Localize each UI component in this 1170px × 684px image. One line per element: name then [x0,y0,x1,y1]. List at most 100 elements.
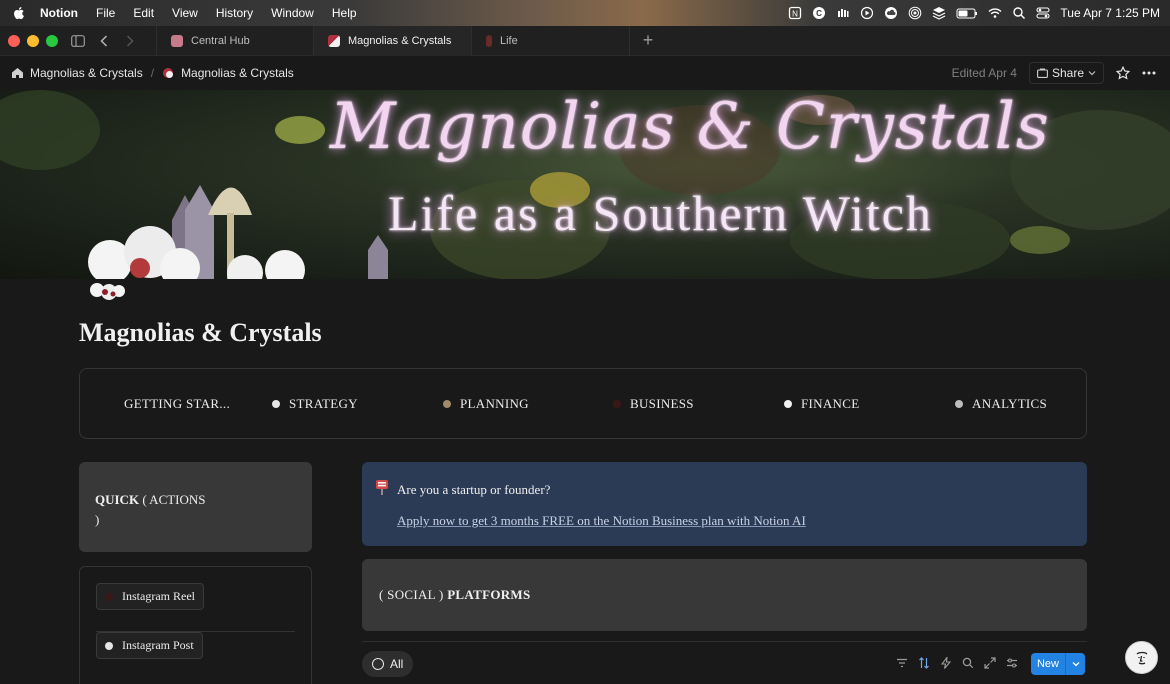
tab-central-hub[interactable]: Central Hub [156,25,314,56]
view-tab-all[interactable]: All [362,651,414,677]
sort-icon[interactable] [917,653,931,673]
notion-ai-help-button[interactable] [1125,641,1158,674]
tab-label: Central Hub [191,34,250,47]
svg-text:N: N [793,10,799,19]
life-tab-icon [486,34,492,47]
item-dot [105,592,113,601]
tab-magnolias-crystals[interactable]: Magnolias & Crystals [314,25,472,56]
nav-dot [613,399,621,408]
breadcrumb-root-label: Magnolias & Crystals [30,66,143,80]
menu-window[interactable]: Window [271,6,314,20]
layers-icon[interactable] [932,6,946,20]
breadcrumb-root[interactable]: Magnolias & Crystals [11,66,143,80]
breadcrumb-current-label: Magnolias & Crystals [181,66,294,80]
expand-icon[interactable] [983,653,997,673]
nav-finance[interactable]: FINANCE [784,369,859,438]
quick-actions-label: ( ACTIONS [142,492,206,507]
menu-history[interactable]: History [216,6,253,20]
nav-analytics[interactable]: ANALYTICS [955,369,1047,438]
nav-getting-started[interactable]: GETTING STAR... [107,369,230,438]
window-tab-bar: Central Hub Magnolias & Crystals Life + [0,25,1170,56]
cover-image[interactable]: Magnolias & Crystals Life as a Southern … [0,90,1170,279]
filter-icon[interactable] [895,653,909,673]
new-entry-button[interactable]: New [1031,653,1085,675]
nav-dot [955,399,963,408]
nav-label: FINANCE [801,395,860,411]
cloud-icon[interactable] [884,6,898,20]
nav-dot [784,399,792,408]
menu-bar: Notion File Edit View History Window Hel… [0,0,1170,26]
forward-arrow-icon[interactable] [120,31,140,51]
more-options-icon[interactable] [1142,71,1156,75]
menu-file[interactable]: File [96,6,115,20]
search-icon[interactable] [961,653,975,673]
play-circle-icon[interactable] [860,6,874,20]
nav-dot [443,399,451,408]
favorite-star-icon[interactable] [1116,66,1130,80]
share-button[interactable]: Share [1028,62,1104,84]
cover-script-title: Magnolias & Crystals [330,90,1050,164]
magnolia-flower-icon[interactable] [87,276,131,304]
nav-planning[interactable]: PLANNING [443,369,529,438]
menu-app-name[interactable]: Notion [40,6,78,20]
fullscreen-window-button[interactable] [46,34,58,47]
apple-icon[interactable] [12,6,26,20]
back-arrow-icon[interactable] [94,31,114,51]
button-label: Instagram Reel [122,589,195,603]
callout-apply-link[interactable]: Apply now to get 3 months FREE on the No… [397,513,806,529]
nav-label: PLANNING [460,395,529,411]
page-title[interactable]: Magnolias & Crystals [79,318,322,348]
sidebar-toggle-icon[interactable] [68,31,88,51]
home-icon [12,68,23,78]
pawprint-icon[interactable] [836,6,850,20]
page-topbar: Magnolias & Crystals / Magnolias & Cryst… [0,56,1170,90]
control-center-icon[interactable] [1036,6,1050,20]
list-item: Instagram Post [96,632,295,681]
notion-status-icon[interactable]: N [788,6,802,20]
nav-label: GETTING STAR... [124,395,231,411]
svg-text:C: C [817,9,823,18]
social-platforms-header: ( SOCIAL ) PLATFORMS [362,559,1087,631]
button-label: Instagram Post [122,638,194,652]
chevron-down-icon [1088,71,1096,76]
quick-actions-list: Instagram Reel Instagram Post [79,566,312,684]
edited-timestamp: Edited Apr 4 [951,66,1017,80]
instagram-post-button[interactable]: Instagram Post [96,632,203,659]
share-label: Share [1051,66,1084,80]
automation-bolt-icon[interactable] [939,653,953,673]
wifi-icon[interactable] [988,6,1002,20]
menubar-clock[interactable]: Tue Apr 7 1:25 PM [1060,6,1160,20]
item-dot [105,641,113,650]
circle-c-icon[interactable]: C [812,6,826,20]
minimize-window-button[interactable] [27,34,39,47]
view-tab-label: All [390,657,404,671]
view-circle-icon [372,658,384,670]
mailbox-icon [376,480,388,495]
settings-sliders-icon[interactable] [1005,653,1019,673]
database-toolbar [895,653,1019,673]
menu-help[interactable]: Help [332,6,357,20]
tab-life[interactable]: Life [472,25,630,56]
breadcrumb-separator: / [150,66,155,80]
battery-icon[interactable] [956,6,978,20]
menu-view[interactable]: View [172,6,198,20]
search-icon[interactable] [1012,6,1026,20]
breadcrumb-current[interactable]: Magnolias & Crystals [162,66,294,80]
notion-ai-face-icon [1136,651,1147,664]
social-label: PLATFORMS [447,587,531,602]
traffic-lights [8,34,58,47]
nav-dot [107,399,115,408]
new-button-label: New [1036,658,1059,670]
nav-strategy[interactable]: STRATEGY [272,369,358,438]
nav-business[interactable]: BUSINESS [613,369,694,438]
quick-prefix: QUICK [95,492,140,507]
divider [362,641,1087,642]
new-dropdown-chevron-icon[interactable] [1065,653,1085,675]
close-window-button[interactable] [8,34,20,47]
menu-edit[interactable]: Edit [133,6,154,20]
airdrop-icon[interactable] [908,6,922,20]
new-tab-plus-icon[interactable]: + [638,30,658,51]
instagram-reel-button[interactable]: Instagram Reel [96,583,204,610]
tab-label: Life [500,34,518,47]
nav-label: STRATEGY [289,395,358,411]
